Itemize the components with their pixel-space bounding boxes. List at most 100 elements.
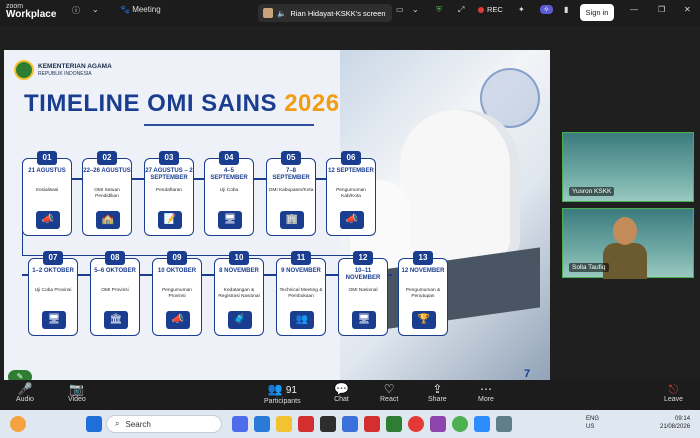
minimize-icon[interactable]: — — [630, 5, 638, 14]
timeline-card: 13 12 NOVEMBER Pengumuman & Penutupan 🏆 — [398, 251, 448, 336]
step-label: Uji Coba Provinsi — [34, 288, 72, 293]
panel-toggle-icon[interactable]: ▮ — [564, 5, 568, 14]
megaphone-icon: 📣 — [166, 311, 190, 329]
presentation-slide: KEMENTERIAN AGAMA REPUBLIK INDONESIA TIM… — [4, 50, 550, 386]
zoom-icon[interactable] — [474, 416, 490, 432]
start-icon[interactable] — [86, 416, 102, 432]
timeline-card: 12 10–11 NOVEMBER OMI Nasional 🖥 — [338, 251, 388, 336]
step-number: 08 — [105, 251, 125, 265]
restore-icon[interactable]: ❐ — [658, 5, 665, 14]
step-date: 8 NOVEMBER — [219, 268, 259, 274]
divider — [144, 124, 314, 126]
step-number: 12 — [353, 251, 373, 265]
participant-video-1[interactable]: Yusron KSKK — [562, 132, 694, 202]
more-button[interactable]: ⋯ More — [478, 382, 494, 403]
meeting-menu[interactable]: 🐾 Meeting — [120, 5, 161, 14]
monitor-icon: 🖥 — [218, 211, 242, 229]
school-icon: 🏫 — [96, 211, 120, 229]
app-icon[interactable] — [364, 416, 380, 432]
avatar — [263, 8, 273, 18]
shield-icon[interactable]: ⛨ — [436, 5, 442, 15]
step-label: Technical Meeting & Pembukaan — [279, 288, 323, 299]
timeline-card: 08 5–6 OKTOBER OMI Provinsi 🏛 — [90, 251, 140, 336]
step-label: OMI Nasional — [348, 288, 378, 293]
step-number: 10 — [229, 251, 249, 265]
search-box[interactable]: ⌕ Search — [106, 415, 222, 433]
recording-indicator[interactable]: REC — [478, 5, 503, 14]
step-label: OMI Provinsi — [101, 288, 129, 293]
heart-icon: ♡ — [383, 382, 395, 396]
video-button[interactable]: 📷 Video — [68, 382, 86, 403]
app-icon[interactable] — [320, 416, 336, 432]
step-date: 27 AGUSTUS – 2 SEPTEMBER — [145, 168, 193, 181]
app-icon[interactable] — [232, 416, 248, 432]
timeline-card: 11 9 NOVEMBER Technical Meeting & Pembukaa… — [276, 251, 326, 336]
step-label: Pengumuman Provinsi — [162, 288, 192, 299]
app-icon[interactable] — [342, 416, 358, 432]
weather-icon[interactable] — [10, 416, 26, 432]
step-number: 11 — [291, 251, 311, 265]
megaphone-icon: 📣 — [340, 211, 364, 229]
step-number: 03 — [159, 151, 179, 165]
opera-icon[interactable] — [408, 416, 424, 432]
building-icon: 🏢 — [280, 211, 304, 229]
timeline-card: 05 7–8 SEPTEMBER OMI Kabupaten/Kota 🏢 — [266, 151, 316, 236]
step-date: 4–5 SEPTEMBER — [210, 168, 248, 181]
ministry-logo — [14, 60, 34, 80]
more-icon: ⋯ — [479, 382, 492, 396]
info-icon[interactable]: ⓘ — [72, 5, 80, 16]
step-number: 07 — [43, 251, 63, 265]
mcafee-icon[interactable] — [298, 416, 314, 432]
timeline-card: 10 8 NOVEMBER Kedatangan & Registrasi Nasi… — [214, 251, 264, 336]
meeting-controls: 🎤 Audio 📷 Video 👥 91 Participants 💬 Chat ♡ Re… — [0, 380, 700, 410]
timeline-card: 03 27 AGUSTUS – 2 SEPTEMBER Pendaftaran 📝 — [144, 151, 194, 236]
share-icon: ⇪ — [432, 382, 443, 396]
timeline-card: 07 1–2 OKTOBER Uji Coba Provinsi 🖥 — [28, 251, 78, 336]
timeline-connector — [22, 230, 367, 256]
language-indicator[interactable]: ENG US — [586, 416, 599, 432]
step-label: Pendaftaran — [155, 188, 183, 193]
close-icon[interactable]: ✕ — [684, 5, 691, 14]
participant-video-2[interactable]: Solla Taufiq — [562, 208, 694, 279]
audio-button[interactable]: 🎤 Audio — [16, 382, 34, 403]
chat-button[interactable]: 💬 Chat — [334, 382, 349, 403]
step-date: 5–6 OKTOBER — [94, 268, 136, 274]
form-icon: 📝 — [158, 211, 182, 229]
excel-icon[interactable] — [386, 416, 402, 432]
zoom-logo: zoom Workplace — [6, 3, 57, 20]
chrome-icon[interactable] — [452, 416, 468, 432]
step-date: 9 NOVEMBER — [281, 268, 321, 274]
trophy-icon: 🏆 — [412, 311, 436, 329]
ai-companion-icon[interactable]: ✧ — [540, 5, 553, 14]
participants-icon: 👥 91 — [267, 382, 297, 396]
sign-in-button[interactable]: Sign in — [580, 4, 614, 21]
step-number: 05 — [281, 151, 301, 165]
system-clock[interactable]: 09:14 21/08/2026 — [660, 416, 690, 432]
magic-wand-icon[interactable]: ✦ — [518, 5, 525, 14]
slide-title: TIMELINE OMI SAINS 2026 — [24, 90, 340, 117]
timeline-card: 04 4–5 SEPTEMBER Uji Coba 🖥 — [204, 151, 254, 236]
leave-button[interactable]: ⎋ Leave — [664, 382, 683, 403]
page-number: 7 — [524, 368, 531, 380]
folder-icon[interactable] — [276, 416, 292, 432]
step-label: OMI Satuan Pendidikan — [94, 188, 120, 199]
settings-icon[interactable] — [496, 416, 512, 432]
step-date: 21 AGUSTUS — [28, 168, 66, 174]
step-date: 7–8 SEPTEMBER — [272, 168, 310, 181]
meeting-icon: 👥 — [290, 311, 314, 329]
view-options-icon[interactable]: ▭ — [396, 5, 404, 14]
edge-icon[interactable] — [254, 416, 270, 432]
react-button[interactable]: ♡ React — [380, 382, 398, 403]
step-date: 12 SEPTEMBER — [328, 168, 374, 174]
app-icon[interactable] — [430, 416, 446, 432]
fullscreen-icon[interactable]: ⤢ — [458, 5, 464, 15]
step-date: 10–11 NOVEMBER — [345, 268, 381, 281]
share-button[interactable]: ⇪ Share — [428, 382, 447, 403]
step-label: Pengumuman & Penutupan — [405, 288, 441, 299]
camera-off-icon: 📷 — [69, 382, 85, 396]
participants-button[interactable]: 👥 91 Participants — [264, 382, 301, 405]
screen-share-indicator[interactable]: 🔈 Rian Hidayat-KSKK's screen — [258, 4, 392, 22]
chevron-down-icon[interactable]: ⌄ — [92, 5, 99, 14]
chevron-down-icon[interactable]: ⌄ — [412, 5, 419, 14]
step-label: Uji Coba — [219, 188, 239, 193]
